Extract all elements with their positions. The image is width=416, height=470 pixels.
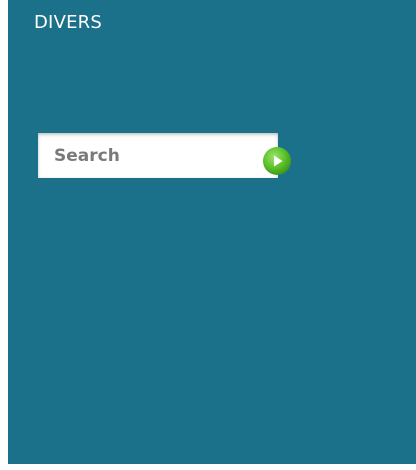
play-arrow-icon <box>263 147 291 175</box>
search-submit-button[interactable] <box>262 146 292 176</box>
panel-title: DIVERS <box>34 12 102 33</box>
search-input[interactable] <box>38 133 278 178</box>
divers-panel: DIVERS <box>8 0 416 464</box>
search-form <box>38 133 278 178</box>
